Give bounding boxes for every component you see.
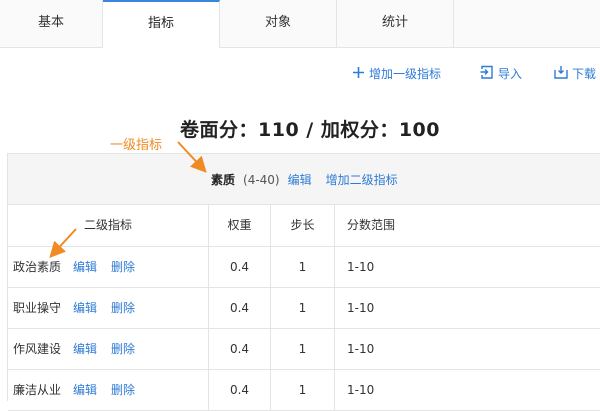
- plus-icon: [352, 61, 365, 89]
- download-icon: [554, 61, 568, 89]
- tab-statistics[interactable]: 统计: [337, 0, 454, 47]
- import-button[interactable]: 导入: [480, 60, 522, 88]
- row-range: 1-10: [347, 260, 375, 274]
- tab-indicators[interactable]: 指标: [103, 0, 220, 48]
- row-step: 1: [271, 370, 335, 410]
- header-weight: 权重: [209, 205, 271, 246]
- row-name: 政治素质: [13, 260, 62, 274]
- row-range: 1-10: [347, 301, 375, 315]
- import-icon: [480, 61, 494, 89]
- header-level2: 二级指标: [8, 205, 209, 246]
- row-name-cell: 作风建设 编辑 删除: [8, 329, 209, 369]
- download-label: 下载: [572, 67, 597, 81]
- row-name-cell: 廉洁从业 编辑 删除: [8, 370, 209, 410]
- annotation-level1-label: 一级指标: [110, 138, 163, 153]
- tab-objects[interactable]: 对象: [220, 0, 337, 47]
- indicator-table: 素质 (4-40) 编辑 增加二级指标 二级指标 权重 步长 分数范围 政治素质 编辑删…: [7, 153, 600, 411]
- tab-empty: [454, 0, 600, 47]
- row-name: 廉洁从业: [13, 383, 62, 397]
- import-label: 导入: [498, 67, 523, 81]
- table-row: 廉洁从业 编辑 删除 0.4 1 1-10: [8, 370, 600, 411]
- row-name-cell: 职业操守 编辑 删除: [8, 288, 209, 328]
- table-row: 政治素质 编辑 删除 0.4 1 1-10: [8, 247, 600, 288]
- table-row: 职业操守 编辑 删除 0.4 1 1-10: [8, 288, 600, 329]
- row-edit-link[interactable]: 编辑: [73, 383, 97, 397]
- row-weight: 0.4: [209, 288, 271, 328]
- tab-bar: 基本 指标 对象 统计: [0, 0, 600, 48]
- table-header: 二级指标 权重 步长 分数范围: [8, 205, 600, 247]
- row-range: 1-10: [347, 383, 375, 397]
- row-delete-link[interactable]: 删除: [111, 383, 135, 397]
- add-level1-button[interactable]: 增加一级指标: [352, 60, 441, 88]
- add-level1-label: 增加一级指标: [369, 67, 442, 81]
- header-score-range: 分数范围: [347, 218, 396, 232]
- row-weight: 0.4: [209, 329, 271, 369]
- group-edit-link[interactable]: 编辑: [288, 173, 312, 187]
- tab-basic[interactable]: 基本: [0, 0, 103, 47]
- row-delete-link[interactable]: 删除: [111, 301, 135, 315]
- row-name-cell: 政治素质 编辑 删除: [8, 247, 209, 287]
- row-range: 1-10: [347, 342, 375, 356]
- group-title: 素质: [211, 173, 236, 187]
- row-edit-link[interactable]: 编辑: [73, 342, 97, 356]
- score-heading: 卷面分：110 / 加权分：100: [180, 119, 440, 141]
- row-step: 1: [271, 288, 335, 328]
- row-step: 1: [271, 247, 335, 287]
- row-name: 作风建设: [13, 342, 62, 356]
- row-delete-link[interactable]: 删除: [111, 342, 135, 356]
- header-step: 步长: [271, 205, 335, 246]
- table-row: 作风建设 编辑 删除 0.4 1 1-10: [8, 329, 600, 370]
- group-row: 素质 (4-40) 编辑 增加二级指标: [8, 154, 600, 205]
- row-edit-link[interactable]: 编辑: [73, 301, 97, 315]
- download-button[interactable]: 下载: [554, 60, 596, 88]
- add-level2-link[interactable]: 增加二级指标: [326, 173, 398, 187]
- row-step: 1: [271, 329, 335, 369]
- row-edit-link[interactable]: 编辑: [73, 260, 97, 274]
- toolbar: 增加一级指标 导入 下载: [0, 60, 600, 88]
- row-name: 职业操守: [13, 301, 62, 315]
- row-weight: 0.4: [209, 247, 271, 287]
- row-delete-link[interactable]: 删除: [111, 260, 135, 274]
- row-weight: 0.4: [209, 370, 271, 410]
- group-range: (4-40): [243, 173, 280, 187]
- group-header: 素质 (4-40) 编辑 增加二级指标: [211, 171, 398, 188]
